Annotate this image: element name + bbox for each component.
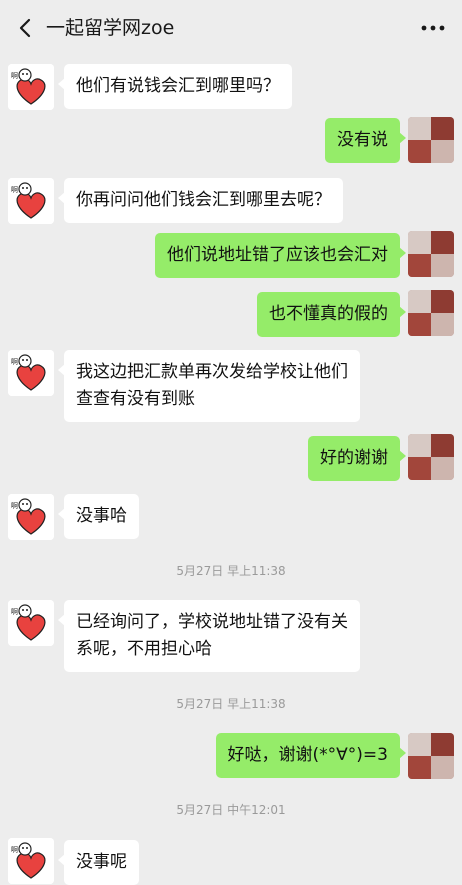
timestamp: 5月27日 中午12:01	[176, 803, 286, 817]
message-bubble[interactable]: 我这边把汇款单再次发给学校让他们 查查有没有到账	[58, 350, 360, 422]
timestamp: 5月27日 早上11:38	[176, 697, 286, 711]
my-avatar[interactable]	[408, 117, 454, 163]
my-avatar[interactable]	[408, 290, 454, 336]
blurred-avatar-icon	[408, 231, 454, 277]
back-button[interactable]	[12, 14, 40, 42]
message-bubble[interactable]: 也不懂真的假的	[257, 292, 406, 337]
my-avatar[interactable]	[408, 733, 454, 779]
blurred-avatar-icon	[408, 117, 454, 163]
timestamp: 5月27日 早上11:38	[176, 564, 286, 578]
message-bubble[interactable]: 好的谢谢	[308, 436, 406, 481]
message-bubble[interactable]: 没事呢	[58, 840, 139, 885]
heart-bear-avatar-icon: 啊	[8, 600, 54, 646]
blurred-avatar-icon	[408, 290, 454, 336]
message-bubble[interactable]: 没有说	[325, 118, 406, 163]
heart-bear-avatar-icon: 啊	[8, 350, 54, 396]
message-bubble[interactable]: 他们说地址错了应该也会汇对	[155, 233, 406, 278]
sender-avatar[interactable]: 啊	[8, 838, 54, 884]
svg-text:啊: 啊	[11, 186, 18, 194]
blurred-avatar-icon	[408, 434, 454, 480]
heart-bear-avatar-icon: 啊	[8, 64, 54, 110]
message-bubble[interactable]: 他们有说钱会汇到哪里吗？	[58, 64, 292, 109]
sender-avatar[interactable]: 啊	[8, 350, 54, 396]
heart-bear-avatar-icon: 啊	[8, 838, 54, 884]
svg-text:啊: 啊	[11, 846, 18, 854]
svg-text:啊: 啊	[11, 502, 18, 510]
chat-header: 一起留学网zoe	[0, 0, 462, 56]
heart-bear-avatar-icon: 啊	[8, 178, 54, 224]
more-button[interactable]	[418, 14, 448, 42]
more-dots-icon	[421, 25, 445, 31]
svg-text:啊: 啊	[11, 72, 18, 80]
message-bubble[interactable]: 没事哈	[58, 494, 139, 539]
sender-avatar[interactable]: 啊	[8, 178, 54, 224]
svg-text:啊: 啊	[11, 358, 18, 366]
message-bubble[interactable]: 你再问问他们钱会汇到哪里去呢？	[58, 178, 343, 223]
heart-bear-avatar-icon: 啊	[8, 494, 54, 540]
svg-text:啊: 啊	[11, 608, 18, 616]
my-avatar[interactable]	[408, 434, 454, 480]
message-bubble[interactable]: 好哒，谢谢(*°∀°)=3	[215, 733, 407, 778]
sender-avatar[interactable]: 啊	[8, 600, 54, 646]
sender-avatar[interactable]: 啊	[8, 494, 54, 540]
blurred-avatar-icon	[408, 733, 454, 779]
chevron-left-icon	[19, 18, 31, 38]
sender-avatar[interactable]: 啊	[8, 64, 54, 110]
chat-title: 一起留学网zoe	[46, 17, 175, 39]
my-avatar[interactable]	[408, 231, 454, 277]
message-bubble[interactable]: 已经询问了，学校说地址错了没有关 系呢，不用担心哈	[58, 600, 360, 672]
